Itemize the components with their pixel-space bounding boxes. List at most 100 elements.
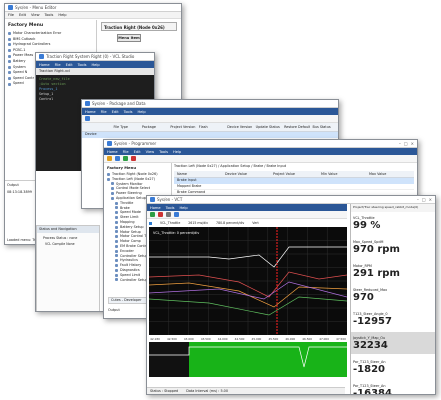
menu-edit[interactable]: Edit — [66, 63, 73, 67]
menu-file[interactable]: File — [55, 63, 61, 67]
menu-help[interactable]: Help — [173, 150, 181, 154]
table-row[interactable]: Device — [82, 132, 338, 138]
menu-edit[interactable]: Edit — [134, 150, 141, 154]
menu-view[interactable]: View — [146, 150, 155, 154]
watch-tile[interactable]: Motor_RPM 291 rpm — [351, 260, 435, 284]
menu-tools[interactable]: Tools — [159, 150, 168, 154]
data-interval: Data Interval (ms) : 5.00 — [186, 389, 229, 393]
watch-value: 291 rpm — [353, 267, 400, 279]
watch-tile[interactable]: T123_Steer_Angle_0 -12957 — [351, 308, 435, 332]
column-header: Project Value — [273, 172, 295, 176]
cursor-icon[interactable] — [166, 212, 171, 217]
status-navigation-panel: Status and Navigation Process Status : n… — [36, 225, 100, 311]
connect-icon[interactable] — [123, 156, 128, 161]
maximize-icon[interactable]: □ — [404, 141, 408, 146]
watch-tile[interactable]: Par_T123_Steer_An -16384 — [351, 380, 435, 394]
panel-title: Factory Menu — [107, 165, 137, 170]
zoom-icon[interactable] — [174, 212, 179, 217]
column-header: Device Version — [227, 125, 253, 129]
plot-vert: Vert — [252, 221, 259, 225]
maximize-icon[interactable]: □ — [422, 197, 426, 202]
nav-item: Process Status : none — [43, 236, 78, 240]
output-label: Output — [7, 183, 19, 187]
menu-tools[interactable]: Tools — [166, 206, 175, 210]
column-header: Device Value — [225, 172, 247, 176]
app-icon — [150, 197, 155, 202]
watch-tile[interactable]: VCL_Throttle 99 % — [351, 212, 435, 236]
menu-edit[interactable]: Edit — [19, 13, 26, 17]
app-icon — [85, 101, 90, 106]
x-tick-label: 46.500 — [302, 337, 312, 341]
stop-icon[interactable] — [158, 212, 163, 217]
play-icon[interactable] — [150, 212, 155, 217]
run-status: Status : Stopped — [150, 389, 179, 393]
app-icon — [107, 141, 112, 146]
watch-tiles: VCL_Throttle 99 % Max_Speed_SpdM 970 rpm Mot… — [351, 212, 435, 394]
watch-header: Project/Trac steering speed_rabbit_mode(… — [353, 205, 419, 209]
menu-tools[interactable]: Tools — [78, 63, 87, 67]
x-tick-label: 45.000 — [252, 337, 262, 341]
disconnect-icon[interactable] — [131, 156, 136, 161]
menu-bar: Home File Edit Tools Help — [36, 61, 154, 68]
menu-help[interactable]: Help — [58, 13, 66, 17]
plot-time-div: 2615 ms/div — [188, 221, 209, 225]
menu-tools[interactable]: Tools — [45, 13, 54, 17]
status-bar: Status : Stopped Data Interval (ms) : 5.… — [147, 387, 345, 394]
menu-home[interactable]: Home — [150, 206, 161, 210]
window-title-bar[interactable]: Sys/en - Menu Editor — [5, 4, 181, 12]
menu-bar: Home File Edit View Tools Help — [104, 148, 417, 155]
toolbar — [104, 155, 417, 163]
minimize-icon[interactable]: – — [399, 141, 401, 146]
window-title-bar[interactable]: Sys/en - Package and Data — [82, 100, 338, 108]
window-title-bar[interactable]: Sys/en - VCT – □ × — [147, 196, 435, 204]
menu-file[interactable]: File — [123, 150, 129, 154]
x-tick-label: 47.500 — [336, 337, 346, 341]
refresh-icon[interactable] — [85, 116, 90, 121]
menu-tools[interactable]: Tools — [124, 110, 133, 114]
x-tick-label: 43.500 — [201, 337, 211, 341]
menu-help[interactable]: Help — [179, 206, 187, 210]
series-swatch-icon — [149, 221, 152, 225]
menu-help[interactable]: Help — [91, 63, 99, 67]
watch-value: 32234 — [353, 339, 388, 351]
toolbar — [147, 211, 347, 219]
node-tab[interactable]: Traction Right (Node 0x26) — [101, 22, 177, 31]
menu-file[interactable]: File — [101, 110, 107, 114]
vct-scope-window[interactable]: Sys/en - VCT – □ × Home Tools Help VCL_Thr… — [146, 195, 436, 395]
window-title-bar[interactable]: Sys/en - Programmer – □ × — [104, 140, 417, 148]
menu-edit[interactable]: Edit — [112, 110, 119, 114]
x-tick-label: 47.000 — [319, 337, 329, 341]
menu-home[interactable]: Home — [107, 150, 118, 154]
node-icon — [8, 49, 11, 53]
editor-tab[interactable]: Traction Right.vcl — [36, 68, 154, 75]
menu-home[interactable]: Home — [85, 110, 96, 114]
close-icon[interactable]: × — [429, 197, 432, 202]
output-panel: Output 08:13:18.3899 — [5, 180, 39, 240]
menu-item-button[interactable]: Menu Item — [117, 34, 141, 42]
watch-tile[interactable]: Par_T123_Steer_An -1820 — [351, 356, 435, 380]
breadcrumb: Traction Left (Node 0x27) / Application … — [174, 164, 287, 168]
open-icon[interactable] — [107, 156, 112, 161]
watch-value: -1820 — [353, 363, 385, 375]
menu-home[interactable]: Home — [39, 63, 50, 67]
x-tick-label: 42.180 — [150, 337, 160, 341]
window-title-bar[interactable]: Traction Right System Right (0) - VCL St… — [36, 53, 154, 61]
watch-tile[interactable]: Joystick_Y_Map_Ou 32234 — [351, 332, 435, 356]
menu-help[interactable]: Help — [137, 110, 145, 114]
window-title: Sys/en - Programmer — [114, 141, 157, 146]
watch-tile[interactable]: Max_Speed_SpdM 970 rpm — [351, 236, 435, 260]
watch-tile[interactable]: Steer_Reduced_Max 970 — [351, 284, 435, 308]
menu-file[interactable]: File — [8, 13, 14, 17]
scope-plot[interactable]: VCL_Throttle: 0 percent/div 42.180 42.500 4… — [149, 227, 347, 377]
minimize-icon[interactable]: – — [417, 197, 419, 202]
x-tick-label: 46.000 — [285, 337, 295, 341]
menu-bar: Home Tools Help — [147, 204, 347, 211]
plot-header: VCL_Throttle 2615 ms/div 780.8 percent/d… — [149, 220, 347, 226]
save-icon[interactable] — [115, 156, 120, 161]
watch-value: -12957 — [353, 315, 392, 327]
plot-value-div: 780.8 percent/div — [216, 221, 245, 225]
close-icon[interactable]: × — [411, 141, 414, 146]
column-header: Max Value — [369, 172, 387, 176]
watch-value: 970 rpm — [353, 243, 400, 255]
menu-view[interactable]: View — [31, 13, 40, 17]
